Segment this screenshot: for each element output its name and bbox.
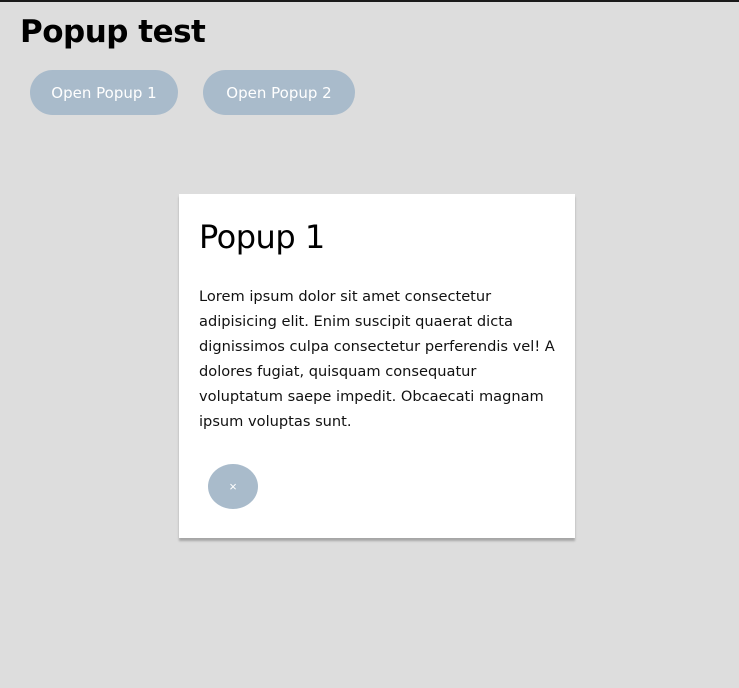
popup-dialog: Popup 1 Lorem ipsum dolor sit amet conse…: [179, 194, 575, 538]
open-popup-2-button[interactable]: Open Popup 2: [203, 70, 355, 115]
open-popup-1-button[interactable]: Open Popup 1: [30, 70, 178, 115]
popup-body: Lorem ipsum dolor sit amet consectetur a…: [199, 288, 555, 430]
page-title: Popup test: [20, 14, 206, 50]
close-button[interactable]: ×: [208, 464, 258, 509]
popup-title: Popup 1: [199, 218, 325, 256]
